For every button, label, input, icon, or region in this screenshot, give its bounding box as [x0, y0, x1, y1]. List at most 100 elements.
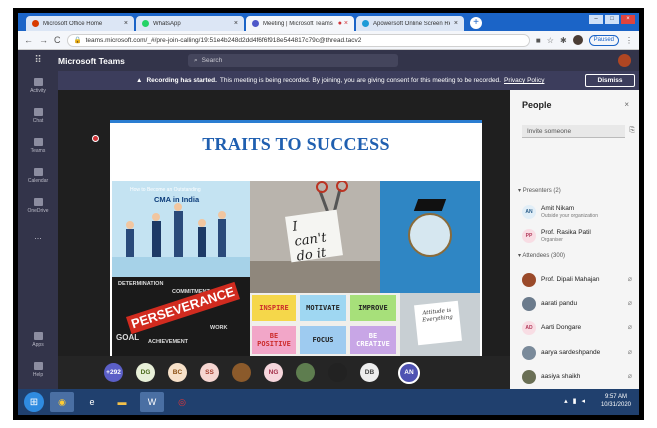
teams-icon — [252, 20, 259, 27]
search-input[interactable]: ⌕ Search — [188, 54, 398, 67]
close-tab-icon[interactable]: ● × — [338, 20, 348, 27]
help-icon — [33, 362, 43, 370]
sticky-note: FOCUS — [300, 326, 346, 354]
rail-item-help[interactable]: Help — [18, 355, 58, 385]
business-people-illustration — [112, 203, 250, 277]
privacy-policy-link[interactable]: Privacy Policy — [504, 77, 544, 84]
share-invite-icon[interactable]: ⎘ — [629, 127, 635, 135]
sticky-note: MOTIVATE — [300, 295, 346, 321]
invite-input[interactable]: Invite someone — [522, 125, 625, 138]
close-window-icon[interactable]: × — [621, 15, 635, 24]
person-name: aasiya shaikh — [541, 373, 581, 381]
browser-tab[interactable]: Microsoft Office Home × — [26, 16, 134, 31]
new-tab-button[interactable]: + — [470, 17, 482, 29]
participant-avatar[interactable]: BC — [168, 363, 187, 382]
app-launcher-icon[interactable]: ⠿ — [18, 55, 58, 66]
user-avatar[interactable] — [618, 54, 631, 67]
cloud-word: DETERMINATION — [118, 281, 164, 287]
back-icon[interactable]: ← — [24, 35, 33, 45]
windows-taskbar: ⊞ ◉ e ▬ W ◎ ▴ ▮ ◂ 9:57 AM 10/31/2020 — [18, 389, 639, 415]
sticky-note: BE POSITIVE — [252, 326, 296, 354]
browser-tab[interactable]: WhatsApp × — [136, 16, 244, 31]
person-info: aarati pandu — [541, 300, 577, 308]
media-taskbar-icon[interactable]: ◎ — [170, 392, 194, 412]
profile-avatar[interactable] — [572, 35, 583, 45]
rail-item-apps[interactable]: Apps — [18, 325, 58, 355]
person-avatar — [522, 346, 536, 360]
rail-item-more[interactable]: ... — [18, 221, 58, 251]
paused-badge[interactable]: Paused — [588, 34, 619, 46]
person-info: Amit Nikam Outside your organization — [541, 205, 598, 219]
participant-avatar[interactable]: SS — [200, 363, 219, 382]
tab-label: Apowersoft Online Screen Reco... — [373, 20, 450, 27]
people-panel: People × Invite someone ⎘ ▾ Presenters (… — [510, 90, 639, 406]
volume-icon[interactable]: ◂ — [581, 397, 585, 405]
browser-tab-active[interactable]: Meeting | Microsoft Teams ● × — [246, 16, 354, 31]
person-row[interactable]: AD Aarti Dongare ⌀ — [522, 318, 634, 338]
person-avatar: AN — [522, 205, 536, 219]
word-taskbar-icon[interactable]: W — [140, 392, 164, 412]
ie-taskbar-icon[interactable]: e — [80, 392, 104, 412]
url-field[interactable]: 🔒 teams.microsoft.com/_#/pre-join-callin… — [66, 33, 530, 47]
rail-item-chat[interactable]: Chat — [18, 101, 58, 131]
participant-avatar[interactable]: DB — [360, 363, 379, 382]
taskbar-clock[interactable]: 9:57 AM 10/31/2020 — [601, 393, 631, 409]
participant-avatar[interactable] — [232, 363, 251, 382]
person-row[interactable]: aarati pandu ⌀ — [522, 294, 634, 314]
extension-icon[interactable]: ✱ — [560, 36, 567, 45]
menu-icon[interactable]: ⋮ — [625, 36, 633, 45]
attendees-header[interactable]: ▾ Attendees (300) — [518, 252, 565, 259]
screenshot-frame: Microsoft Office Home × WhatsApp × Meeti… — [13, 8, 644, 420]
close-tab-icon[interactable]: × — [454, 20, 458, 27]
cloud-word: WORK — [210, 325, 228, 331]
minimize-icon[interactable]: – — [589, 15, 603, 24]
rail-item-onedrive[interactable]: OneDrive — [18, 191, 58, 221]
mic-muted-icon: ⌀ — [627, 276, 632, 283]
rail-label: OneDrive — [27, 208, 49, 214]
person-row[interactable]: Prof. Dipali Mahajan ⌀ — [522, 270, 634, 290]
participant-avatar[interactable]: +292 — [104, 363, 123, 382]
mic-muted-icon: ⌀ — [627, 349, 632, 356]
person-row[interactable]: aarya sardeshpande ⌀ — [522, 343, 634, 363]
person-row[interactable]: AN Amit Nikam Outside your organization — [522, 202, 634, 222]
close-tab-icon[interactable]: × — [234, 20, 238, 27]
rail-label: Help — [32, 372, 44, 378]
meeting-stage: TRAITS TO SUCCESS How to Become an Outst… — [58, 90, 510, 356]
reload-icon[interactable]: C — [54, 35, 61, 45]
browser-tab[interactable]: Apowersoft Online Screen Reco... × — [356, 16, 464, 31]
tray-up-icon[interactable]: ▴ — [564, 397, 568, 405]
camera-icon[interactable]: ■ — [536, 36, 541, 45]
network-icon[interactable]: ▮ — [573, 397, 577, 405]
apowersoft-icon — [362, 20, 369, 27]
rail-item-calendar[interactable]: Calendar — [18, 161, 58, 191]
chrome-taskbar-icon[interactable]: ◉ — [50, 392, 74, 412]
windows-start-icon[interactable]: ⊞ — [24, 392, 44, 412]
star-icon[interactable]: ☆ — [547, 36, 554, 45]
participant-avatar[interactable] — [296, 363, 315, 382]
my-avatar[interactable]: AN — [398, 361, 420, 384]
rail-item-teams[interactable]: Teams — [18, 131, 58, 161]
person-avatar — [522, 273, 536, 287]
mic-muted-icon: ⌀ — [627, 373, 632, 380]
maximize-icon[interactable]: □ — [605, 15, 619, 24]
rail-item-activity[interactable]: Activity — [18, 71, 58, 101]
rail-bottom: Apps Help — [18, 325, 58, 385]
graduation-cap-icon — [413, 199, 447, 211]
globe-icon — [408, 213, 452, 257]
dismiss-button[interactable]: Dismiss — [585, 74, 635, 87]
person-row[interactable]: PP Prof. Rasika Patil Organiser — [522, 226, 634, 246]
mic-muted-icon: ⌀ — [627, 324, 632, 331]
explorer-taskbar-icon[interactable]: ▬ — [110, 392, 134, 412]
cma-image: How to Become an Outstanding CMA in Indi… — [112, 181, 250, 277]
participant-avatar[interactable]: DG — [136, 363, 155, 382]
participant-avatar[interactable]: NG — [264, 363, 283, 382]
rail-label: Activity — [30, 88, 46, 94]
person-row[interactable]: aasiya shaikh ⌀ — [522, 367, 634, 387]
forward-icon[interactable]: → — [39, 35, 48, 45]
close-tab-icon[interactable]: × — [124, 20, 128, 27]
cloud-word: GOAL — [116, 333, 140, 342]
participant-avatar[interactable] — [328, 363, 347, 382]
presenters-header[interactable]: ▾ Presenters (2) — [518, 187, 561, 194]
close-panel-icon[interactable]: × — [624, 100, 629, 109]
left-rail: Activity Chat Teams Calendar OneDrive ..… — [18, 71, 58, 389]
